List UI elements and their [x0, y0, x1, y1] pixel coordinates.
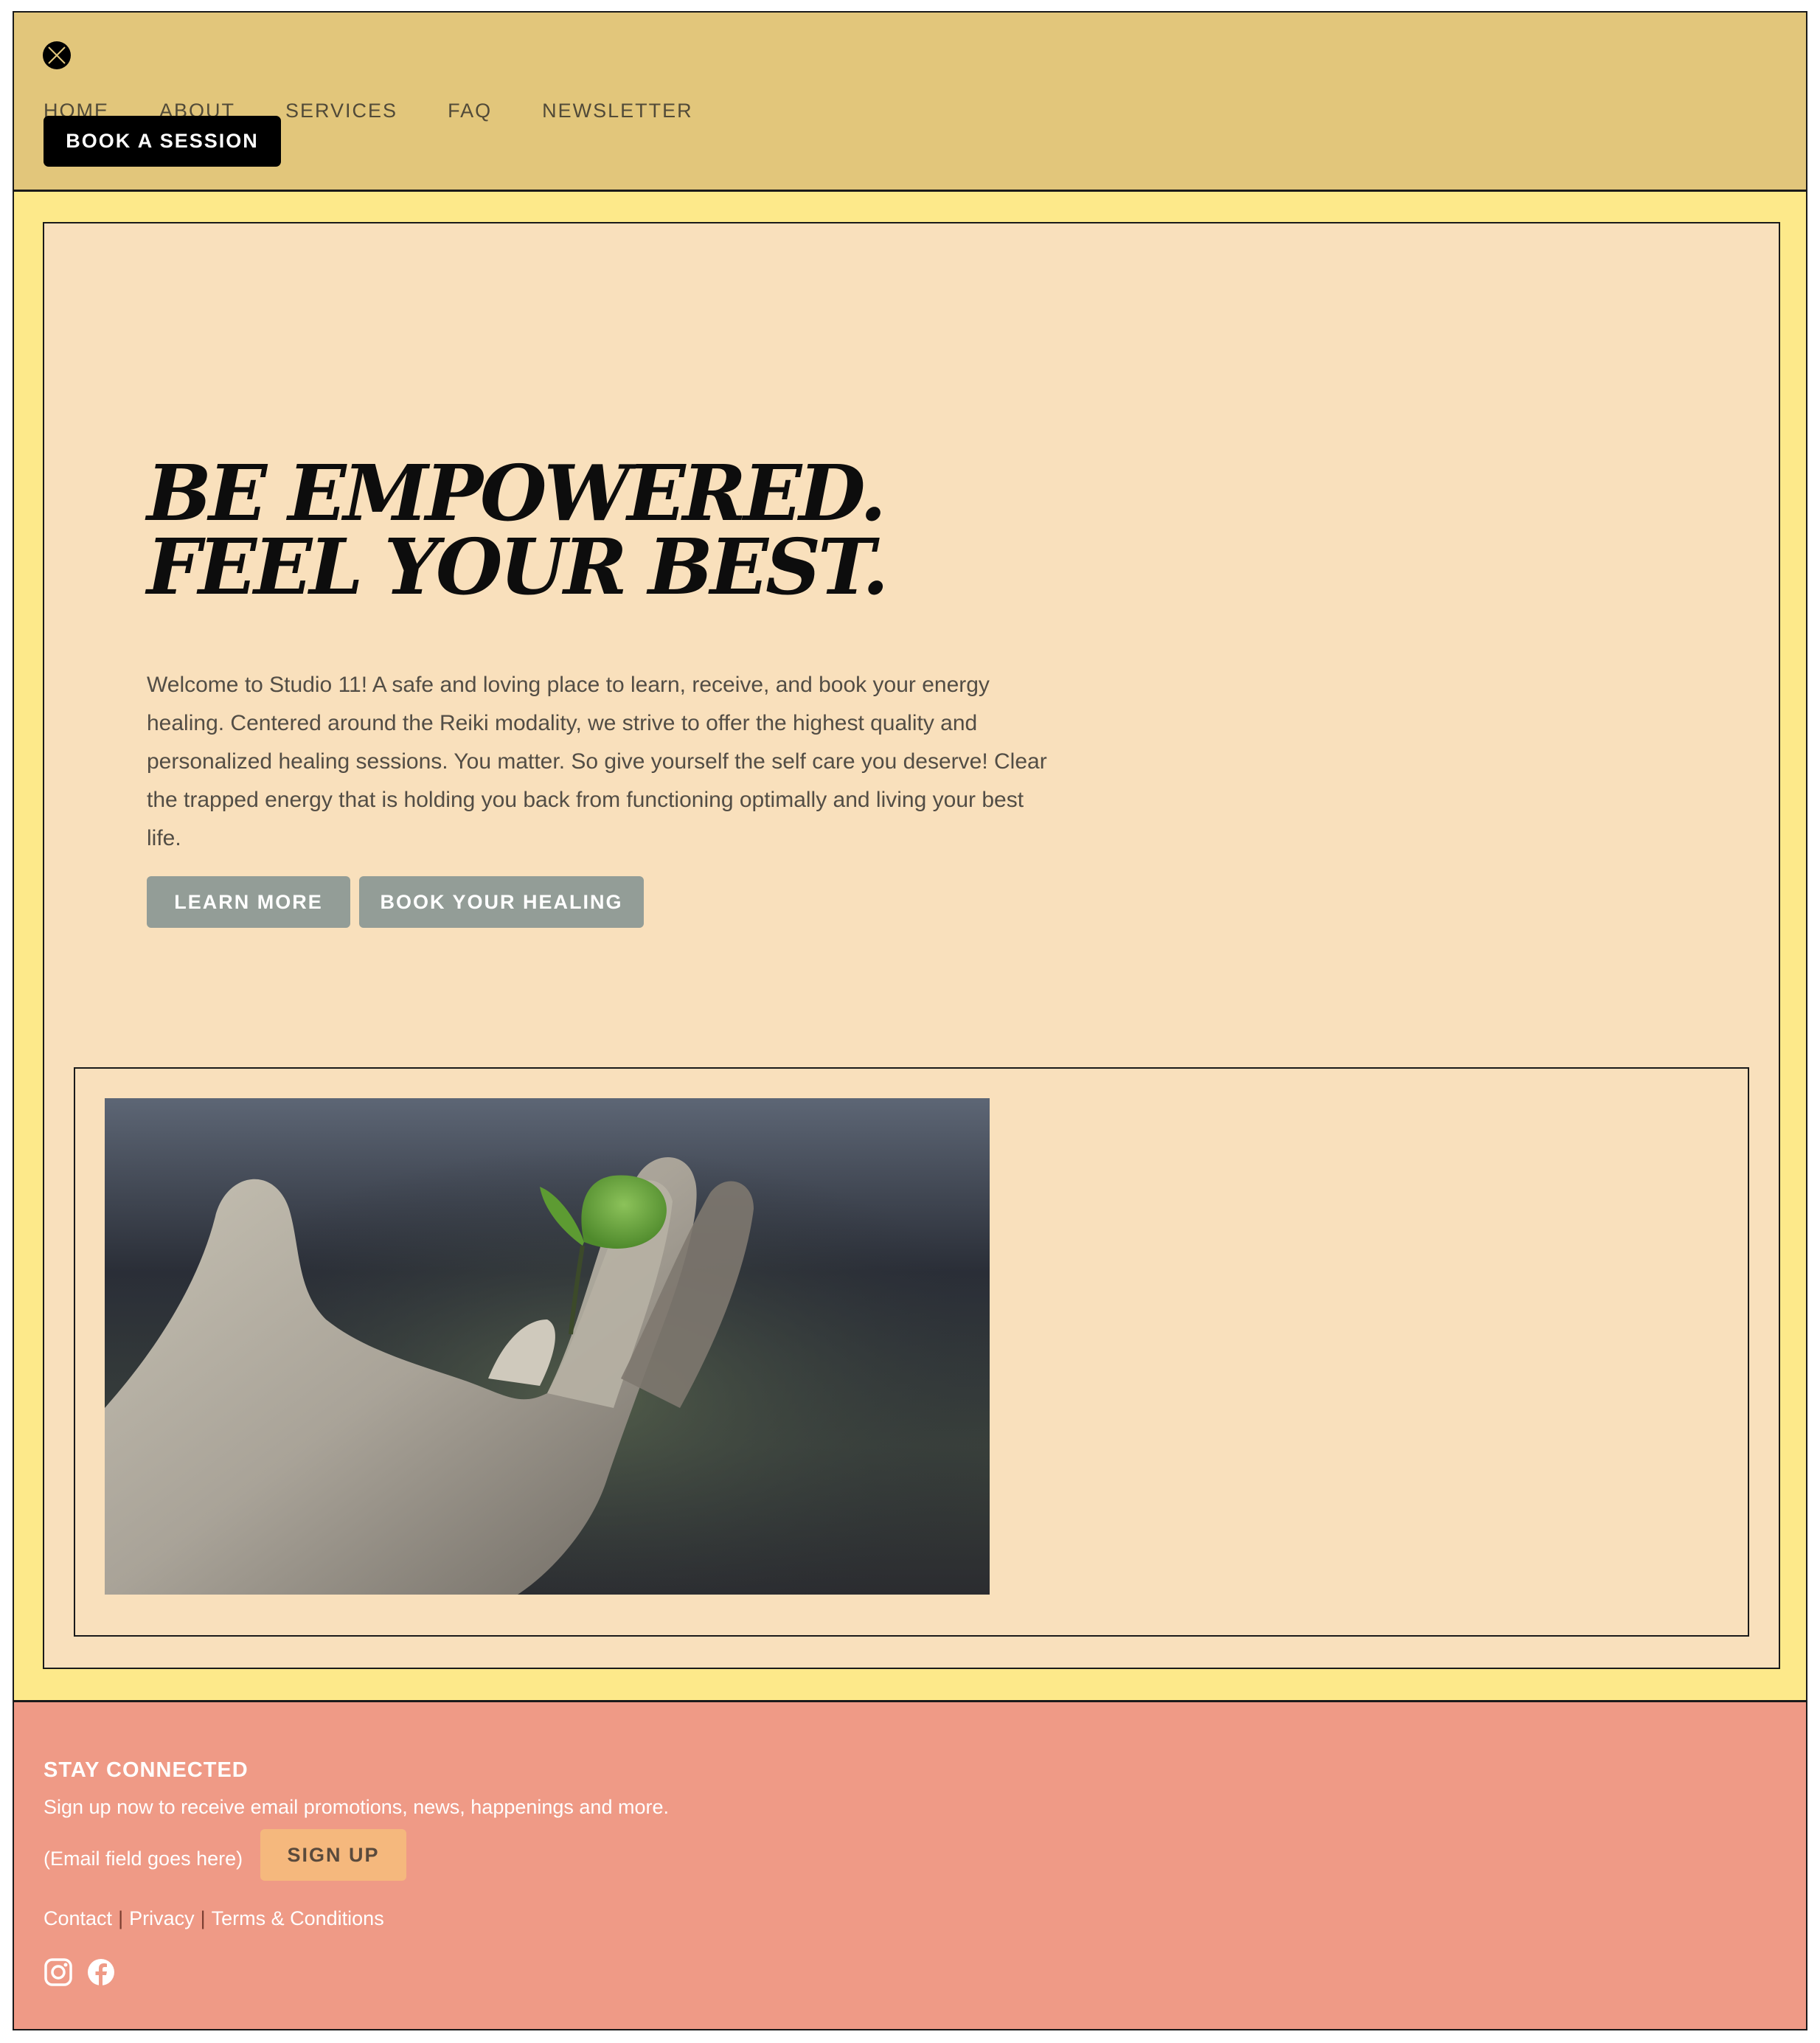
headline-line-1: BE EMPOWERED. [147, 448, 886, 538]
footer-description: Sign up now to receive email promotions,… [44, 1796, 669, 1818]
nav-services[interactable]: SERVICES [285, 100, 397, 122]
page-frame: HOME ABOUT SERVICES FAQ NEWSLETTER BOOK … [13, 11, 1807, 2030]
main-section: BE EMPOWERED. FEEL YOUR BEST. Welcome to… [14, 192, 1806, 1702]
link-separator: | [118, 1907, 124, 1929]
headline-line-2: FEEL YOUR BEST. [147, 521, 889, 612]
link-separator: | [200, 1907, 206, 1929]
site-footer: STAY CONNECTED Sign up now to receive em… [14, 1702, 1806, 2029]
book-session-button[interactable]: BOOK A SESSION [44, 116, 281, 167]
footer-link-terms[interactable]: Terms & Conditions [212, 1907, 384, 1930]
hand-sprout-illustration [105, 1098, 990, 1595]
hero-panel: BE EMPOWERED. FEEL YOUR BEST. Welcome to… [43, 222, 1780, 1669]
learn-more-button[interactable]: LEARN MORE [147, 876, 350, 928]
footer-link-contact[interactable]: Contact [44, 1907, 112, 1930]
hero-intro-text: Welcome to Studio 11! A safe and loving … [147, 673, 1047, 850]
hero-photo-hand-sprout [105, 1098, 990, 1595]
hero-headline: BE EMPOWERED. FEEL YOUR BEST. [147, 448, 889, 612]
facebook-icon[interactable] [86, 1957, 116, 1987]
nav-faq[interactable]: FAQ [448, 100, 492, 122]
signup-button[interactable]: SIGN UP [260, 1829, 406, 1881]
footer-links: Contact | Privacy | Terms & Conditions [44, 1907, 384, 1930]
footer-title: STAY CONNECTED [44, 1758, 249, 1782]
instagram-icon[interactable] [44, 1957, 73, 1987]
logo-icon[interactable] [42, 41, 72, 70]
footer-link-privacy[interactable]: Privacy [129, 1907, 195, 1930]
site-header: HOME ABOUT SERVICES FAQ NEWSLETTER BOOK … [14, 13, 1806, 192]
hero-buttons: LEARN MORE BOOK YOUR HEALING [147, 876, 653, 928]
email-field[interactable]: (Email field goes here) [44, 1848, 243, 1870]
book-healing-button[interactable]: BOOK YOUR HEALING [359, 876, 644, 928]
image-frame [74, 1067, 1749, 1637]
social-links [44, 1957, 129, 1987]
nav-newsletter[interactable]: NEWSLETTER [542, 100, 693, 122]
